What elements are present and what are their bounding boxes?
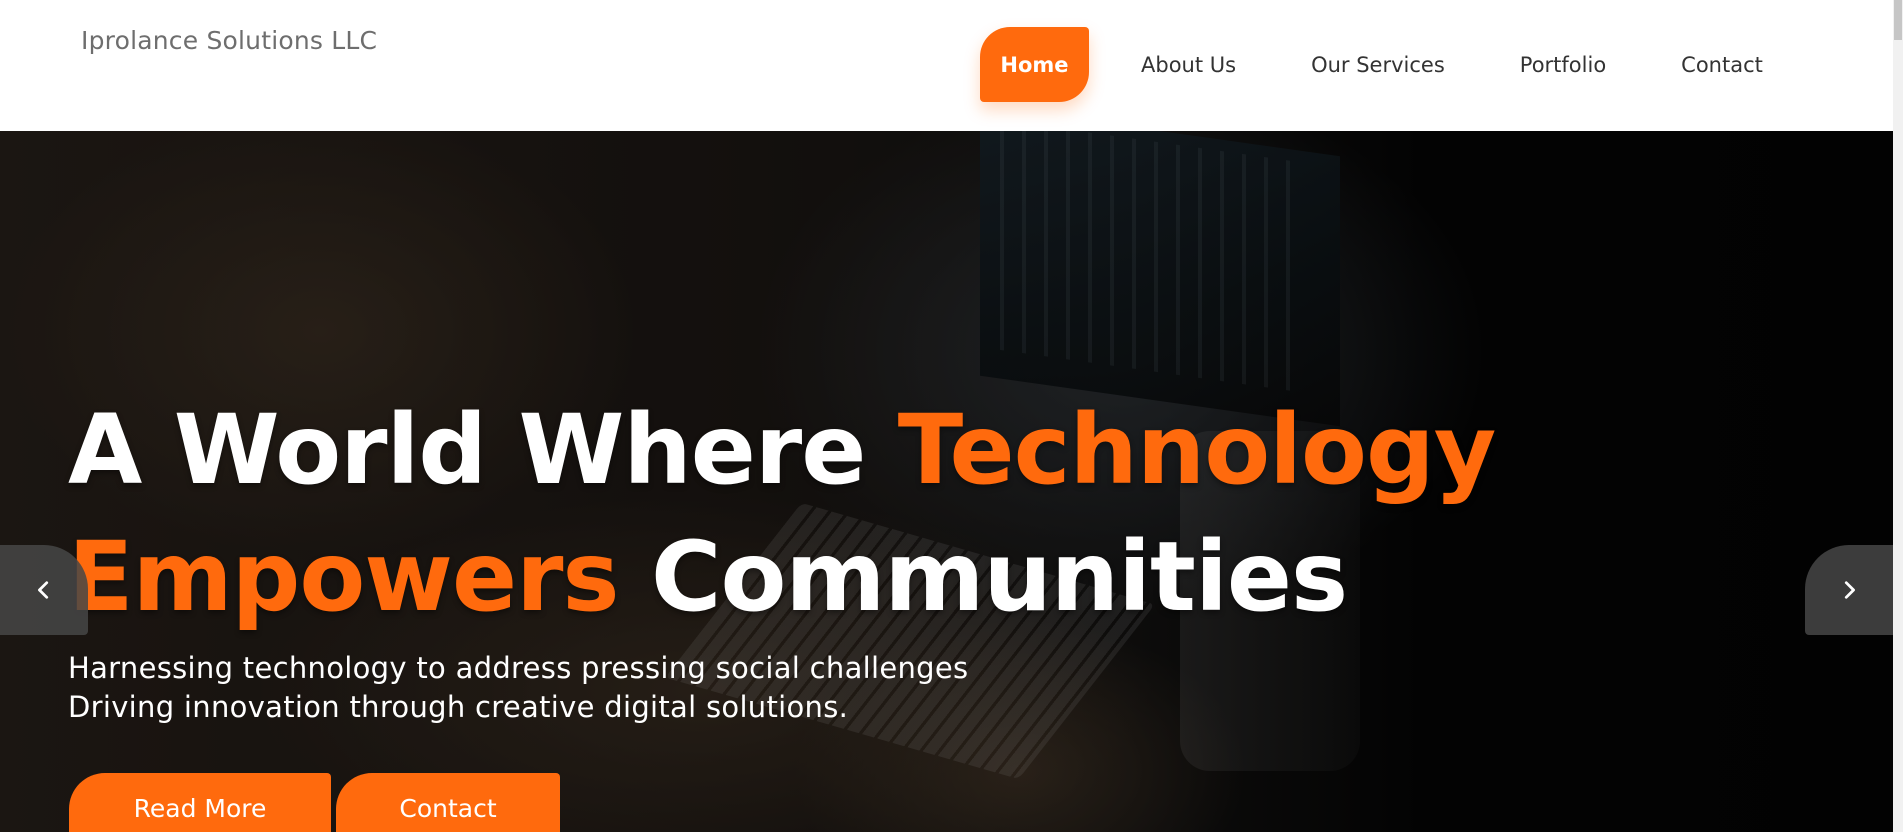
slider-prev-button[interactable] bbox=[0, 545, 88, 635]
headline-line2-accent: Empowers bbox=[68, 521, 620, 633]
read-more-button[interactable]: Read More bbox=[69, 773, 331, 832]
nav-about-us[interactable]: About Us bbox=[1141, 53, 1236, 77]
hero-subtitle: Harnessing technology to address pressin… bbox=[68, 649, 968, 727]
main-nav: Home About Us Our Services Portfolio Con… bbox=[980, 27, 1763, 102]
hero-subtitle-line1: Harnessing technology to address pressin… bbox=[68, 651, 969, 685]
chevron-right-icon bbox=[1844, 581, 1855, 599]
hero-headline: A World Where Technology Empowers Commun… bbox=[68, 387, 1497, 641]
site-header: Iprolance Solutions LLC Home About Us Ou… bbox=[0, 0, 1893, 131]
nav-portfolio[interactable]: Portfolio bbox=[1520, 53, 1606, 77]
page-scrollbar[interactable] bbox=[1893, 0, 1903, 832]
hero-slider: A World Where Technology Empowers Commun… bbox=[0, 131, 1893, 832]
headline-line2-white: Communities bbox=[650, 521, 1348, 633]
contact-button[interactable]: Contact bbox=[336, 773, 560, 832]
headline-line1-white: A World Where bbox=[68, 394, 866, 506]
chevron-left-icon bbox=[38, 581, 49, 599]
hero-subtitle-line2: Driving innovation through creative digi… bbox=[68, 690, 849, 724]
page: Iprolance Solutions LLC Home About Us Ou… bbox=[0, 0, 1903, 832]
headline-line1-accent: Technology bbox=[897, 394, 1497, 506]
nav-home[interactable]: Home bbox=[980, 27, 1089, 102]
nav-contact[interactable]: Contact bbox=[1681, 53, 1763, 77]
brand-logo[interactable]: Iprolance Solutions LLC bbox=[81, 26, 377, 55]
nav-our-services[interactable]: Our Services bbox=[1311, 53, 1445, 77]
slider-next-button[interactable] bbox=[1805, 545, 1893, 635]
scrollbar-thumb[interactable] bbox=[1894, 0, 1902, 40]
